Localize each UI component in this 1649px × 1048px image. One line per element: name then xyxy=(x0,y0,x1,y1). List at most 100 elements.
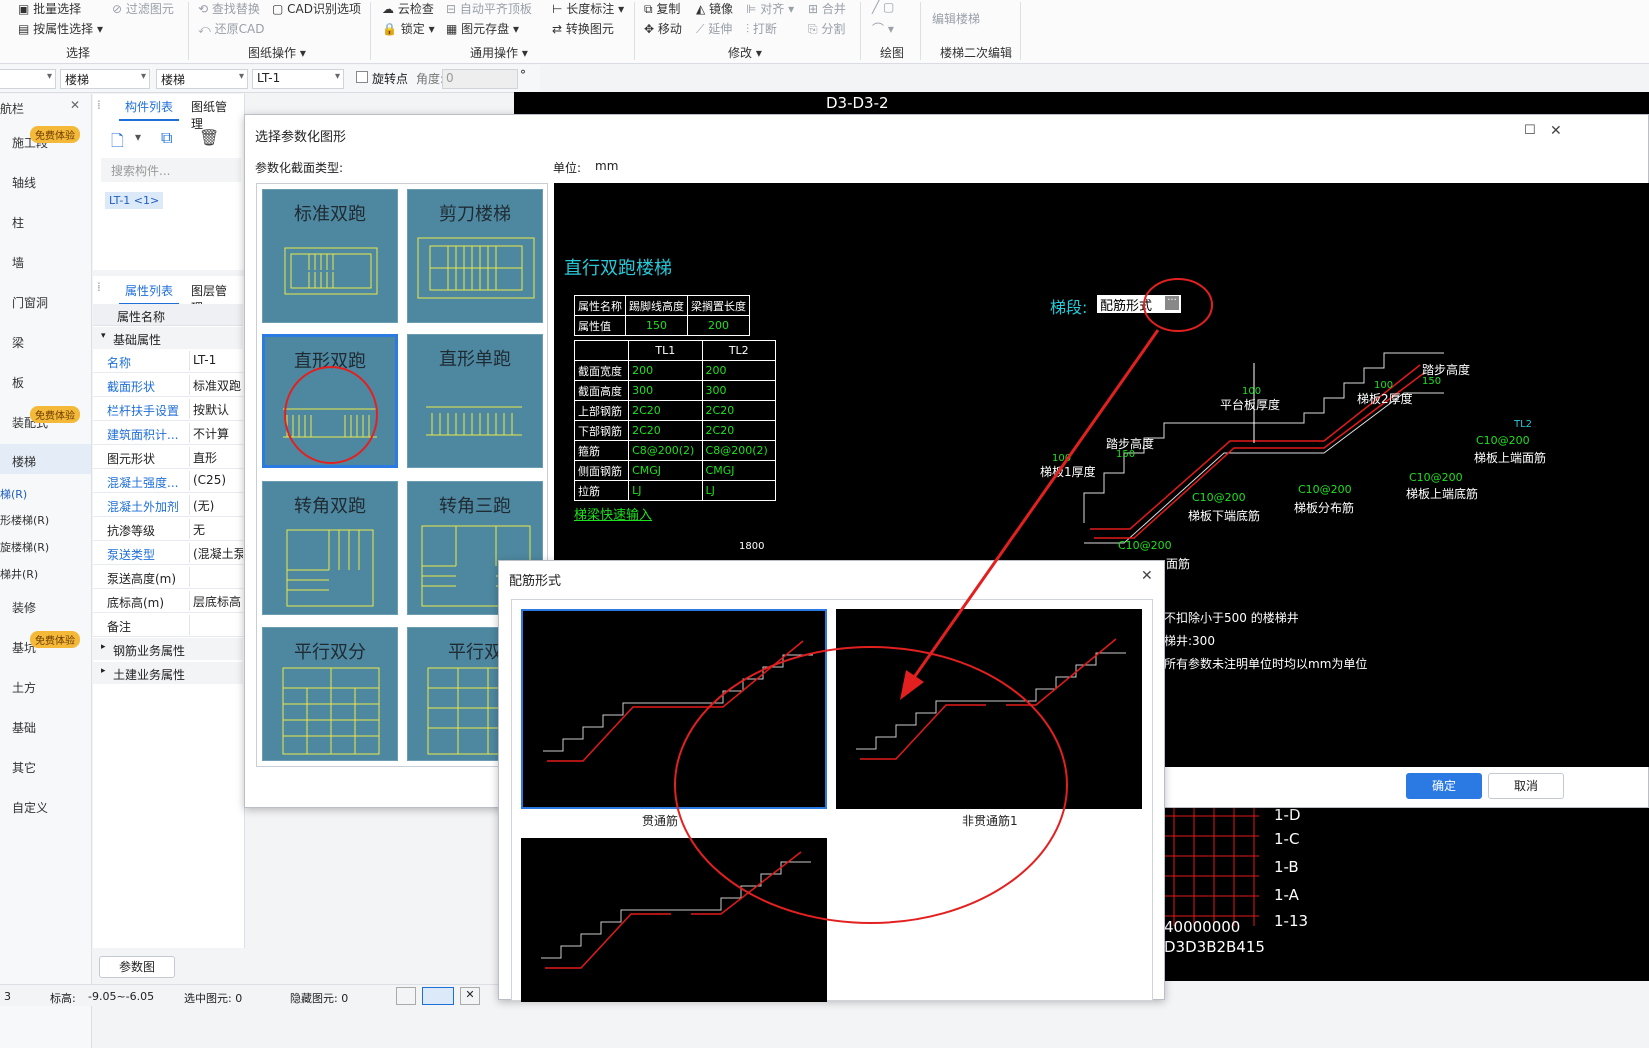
angle-input[interactable]: 0 xyxy=(442,69,518,89)
property-row[interactable]: 截面形状 标准双跑 xyxy=(93,374,243,397)
tab-component-list[interactable]: 构件列表 xyxy=(119,94,180,121)
auto-level-button[interactable]: ⊟ 自动平齐顶板 xyxy=(446,0,532,17)
property-row[interactable]: 底标高(m) 层底标高 xyxy=(93,590,243,613)
filter-elem-button[interactable]: ⊘ 过滤图元 xyxy=(112,0,174,17)
save-elem-button[interactable]: ▦ 图元存盘 ▾ xyxy=(446,20,519,37)
table-cell-value[interactable]: 200 xyxy=(628,360,703,381)
table-cell-value[interactable]: 200 xyxy=(701,360,777,381)
property-row[interactable]: 混凝土外加剂 (无) xyxy=(93,494,243,517)
property-row[interactable]: 泵送高度(m) xyxy=(93,566,243,589)
thumb-parallel-split[interactable]: 平行双分 xyxy=(262,627,398,761)
table-cell-value[interactable]: LJ xyxy=(628,480,703,501)
nav-item-earthwork[interactable]: 土方 xyxy=(12,679,36,696)
property-value[interactable]: 直形 xyxy=(189,447,243,467)
table-cell-value[interactable]: 2C20 xyxy=(628,400,703,421)
thumb-scissor[interactable]: 剪刀楼梯 xyxy=(407,189,543,323)
copy-button[interactable]: ⧉ 复制 xyxy=(644,0,680,17)
nav-item-axis[interactable]: 轴线 xyxy=(12,174,36,191)
component-item[interactable]: LT-1 <1> xyxy=(105,192,164,209)
nav-item-other[interactable]: 其它 xyxy=(12,759,36,776)
property-value[interactable]: 无 xyxy=(189,519,243,539)
copy-component-icon[interactable]: ⧉ xyxy=(161,128,172,148)
close-icon[interactable]: ✕ xyxy=(1141,568,1153,584)
maximize-icon[interactable]: ☐ xyxy=(1524,123,1536,138)
drag-handle-icon[interactable]: ⁞ xyxy=(97,98,101,112)
beam-quick-input-link[interactable]: 梯梁快速输入 xyxy=(574,504,652,523)
property-value[interactable]: (C25) xyxy=(189,471,243,491)
nav-item-slab[interactable]: 板 xyxy=(12,374,24,391)
nav-item-column[interactable]: 柱 xyxy=(12,214,24,231)
nav-item-foundation[interactable]: 基础 xyxy=(12,719,36,736)
select-mode-icon[interactable] xyxy=(422,987,454,1005)
table-cell-value[interactable]: 150 xyxy=(625,315,688,336)
delete-icon[interactable]: 🗑 xyxy=(199,128,219,147)
property-row[interactable]: 备注 xyxy=(93,614,243,637)
property-value[interactable]: (无) xyxy=(189,495,243,515)
cancel-button[interactable]: 取消 xyxy=(1488,773,1564,799)
table-cell-value[interactable]: 2C20 xyxy=(701,400,777,421)
group-rebar[interactable]: ▸ 钢筋业务属性 xyxy=(93,638,243,660)
align-button[interactable]: ⊫ 对齐 ▾ xyxy=(746,0,794,17)
chevron-down-icon[interactable]: ▾ xyxy=(135,130,141,144)
floor-combo[interactable] xyxy=(0,69,56,89)
property-row[interactable]: 混凝土强度... (C25) xyxy=(93,470,243,493)
draw-arc-icon[interactable]: ⌒ ▾ xyxy=(872,20,894,37)
property-value[interactable] xyxy=(189,567,243,587)
nav-item-decoration[interactable]: 装修 xyxy=(12,599,36,616)
table-cell-value[interactable]: 2C20 xyxy=(628,420,703,441)
property-row[interactable]: 栏杆扶手设置 按默认 xyxy=(93,398,243,421)
length-mark-button[interactable]: ⊢ 长度标注 ▾ xyxy=(552,0,624,17)
property-value[interactable]: (混凝土泵 xyxy=(189,543,243,563)
property-value[interactable]: 不计算 xyxy=(189,423,243,443)
thumb-corner-double[interactable]: 转角双跑 xyxy=(262,481,398,615)
nav-item-custom[interactable]: 自定义 xyxy=(12,799,48,816)
property-row[interactable]: 建筑面积计... 不计算 xyxy=(93,422,243,445)
property-row[interactable]: 抗渗等级 无 xyxy=(93,518,243,541)
property-value[interactable] xyxy=(189,615,243,635)
merge-button[interactable]: ⊞ 合并 xyxy=(808,0,846,17)
group-basic[interactable]: ▾ 基础属性 xyxy=(93,327,243,349)
component-combo[interactable]: LT-1 xyxy=(252,69,344,89)
new-component-icon[interactable]: 🗋 xyxy=(111,130,124,157)
nav-item-stair[interactable]: 楼梯 xyxy=(12,453,36,470)
cloud-check-button[interactable]: ☁ 云检查 xyxy=(382,0,434,17)
property-value[interactable]: 按默认 xyxy=(189,399,243,419)
tab-property-list[interactable]: 属性列表 xyxy=(119,278,180,305)
split-button[interactable]: ⎘ 分割 xyxy=(808,20,845,37)
close-icon[interactable]: ✕ xyxy=(70,98,80,112)
lock-button[interactable]: 🔒 锁定 ▾ xyxy=(382,20,435,37)
cross-select-icon[interactable]: ✕ xyxy=(460,987,480,1005)
thumb-straight-double[interactable]: 直形双跑 xyxy=(262,334,398,468)
property-row[interactable]: 泵送类型 (混凝土泵 xyxy=(93,542,243,565)
table-cell-value[interactable]: C8@200(2) xyxy=(628,440,703,461)
nav-sub-shaped-stair[interactable]: 形楼梯(R) xyxy=(0,512,49,528)
nav-item-wall[interactable]: 墙 xyxy=(12,254,24,271)
rotate-checkbox[interactable] xyxy=(356,71,368,83)
group-civil[interactable]: ▸ 土建业务属性 xyxy=(93,662,243,684)
draw-line-icon[interactable]: ╱ ▢ xyxy=(872,0,894,14)
table-cell-value[interactable]: 200 xyxy=(687,315,750,336)
extend-button[interactable]: ⟋ 延伸 xyxy=(696,20,732,37)
thumb-standard-double[interactable]: 标准双跑 xyxy=(262,189,398,323)
cad-canvas-bottom[interactable]: 1-D 1-C 1-B 1-A 1-13 40000000 D3D3B2B415 xyxy=(1164,806,1649,981)
select-by-attr-button[interactable]: ▤ 按属性选择 ▾ xyxy=(18,20,103,37)
break-button[interactable]: ⫶ 打断 xyxy=(746,20,777,37)
thumb-straight-single[interactable]: 直形单跑 xyxy=(407,334,543,468)
snap-icon[interactable] xyxy=(396,987,416,1005)
cad-identify-button[interactable]: ▢ CAD识别选项 xyxy=(272,0,361,17)
nav-sub-spiral-stair[interactable]: 旋楼梯(R) xyxy=(0,539,49,555)
type-combo-2[interactable]: 楼梯 xyxy=(156,69,248,89)
edit-stair-button[interactable]: 编辑楼梯 xyxy=(932,10,980,27)
restore-cad-button[interactable]: ⤺ 还原CAD xyxy=(198,20,265,37)
table-cell-value[interactable]: 300 xyxy=(701,380,777,401)
table-cell-value[interactable]: CMGJ xyxy=(701,460,777,481)
nav-item-beam[interactable]: 梁 xyxy=(12,334,24,351)
search-input[interactable]: 搜索构件... xyxy=(101,158,241,182)
type-combo-1[interactable]: 楼梯 xyxy=(60,69,150,89)
mirror-button[interactable]: ◭ 镜像 xyxy=(696,0,733,17)
table-cell-value[interactable]: 300 xyxy=(628,380,703,401)
nav-item-door-window[interactable]: 门窗洞 xyxy=(12,294,48,311)
table-cell-value[interactable]: LJ xyxy=(701,480,777,501)
table-cell-value[interactable]: C8@200(2) xyxy=(701,440,777,461)
convert-elem-button[interactable]: ⇄ 转换图元 xyxy=(552,20,614,37)
